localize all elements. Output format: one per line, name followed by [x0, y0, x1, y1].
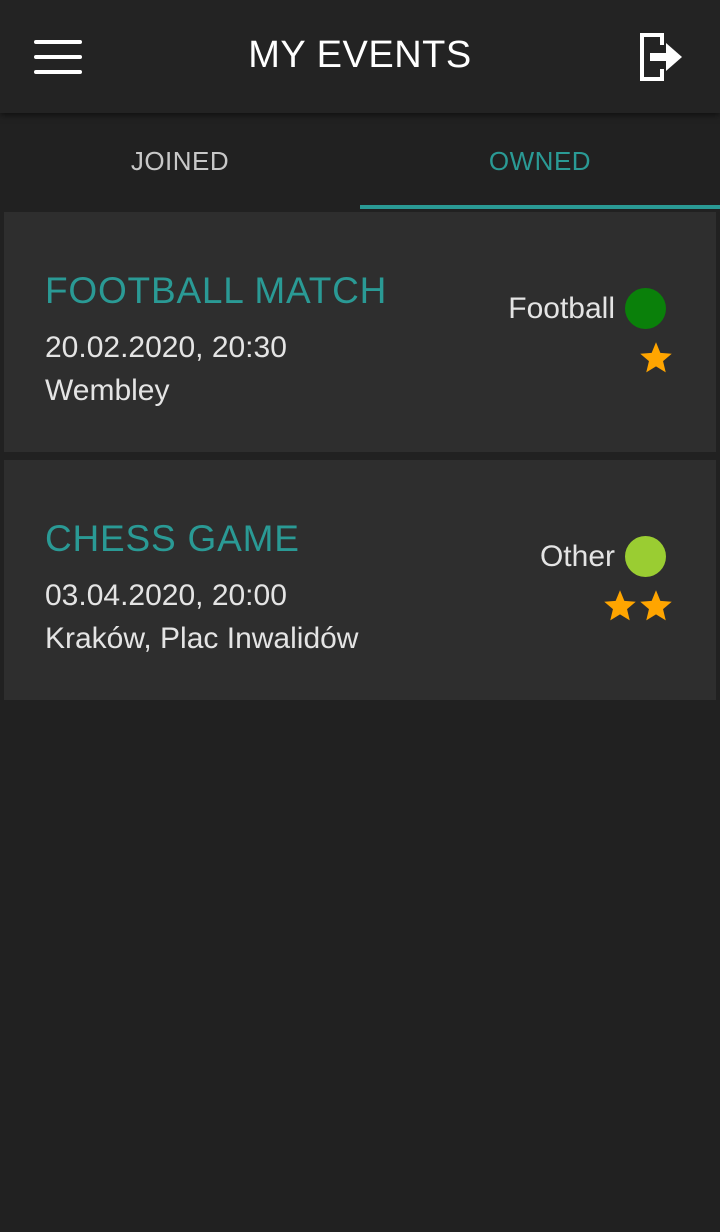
- difficulty-stars: [638, 340, 674, 376]
- event-card[interactable]: CHESS GAME 03.04.2020, 20:00 Kraków, Pla…: [4, 460, 716, 700]
- event-category: Football: [508, 288, 666, 329]
- difficulty-stars: [602, 588, 674, 624]
- tab-joined[interactable]: JOINED: [0, 113, 360, 209]
- category-label: Other: [539, 539, 615, 573]
- event-datetime: 20.02.2020, 20:30: [45, 331, 287, 364]
- app-bar: MY EVENTS: [0, 0, 720, 113]
- tab-bar: JOINED OWNED: [0, 113, 720, 209]
- category-label: Football: [508, 291, 615, 325]
- logout-icon: [640, 33, 682, 81]
- star-icon: [640, 590, 672, 621]
- logout-button[interactable]: [624, 22, 694, 92]
- tab-joined-label: JOINED: [130, 145, 230, 176]
- tab-owned[interactable]: OWNED: [360, 113, 720, 209]
- event-datetime: 03.04.2020, 20:00: [45, 579, 287, 612]
- event-title: FOOTBALL MATCH: [45, 270, 388, 311]
- category-dot: [625, 536, 666, 577]
- star-icon: [640, 342, 672, 373]
- event-category: Other: [540, 536, 666, 577]
- star-icon: [604, 590, 636, 621]
- page-title: MY EVENTS: [248, 34, 472, 76]
- tab-owned-label: OWNED: [488, 145, 592, 176]
- app-root: MY EVENTS JOINED OWNED FOOTBALL MATCH 20…: [0, 0, 720, 1232]
- event-location: Kraków, Plac Inwalidów: [45, 622, 359, 655]
- event-title: CHESS GAME: [45, 518, 300, 559]
- event-location: Wembley: [45, 374, 170, 407]
- event-card[interactable]: FOOTBALL MATCH 20.02.2020, 20:30 Wembley…: [4, 212, 716, 452]
- event-list: FOOTBALL MATCH 20.02.2020, 20:30 Wembley…: [4, 212, 716, 708]
- category-dot: [625, 288, 666, 329]
